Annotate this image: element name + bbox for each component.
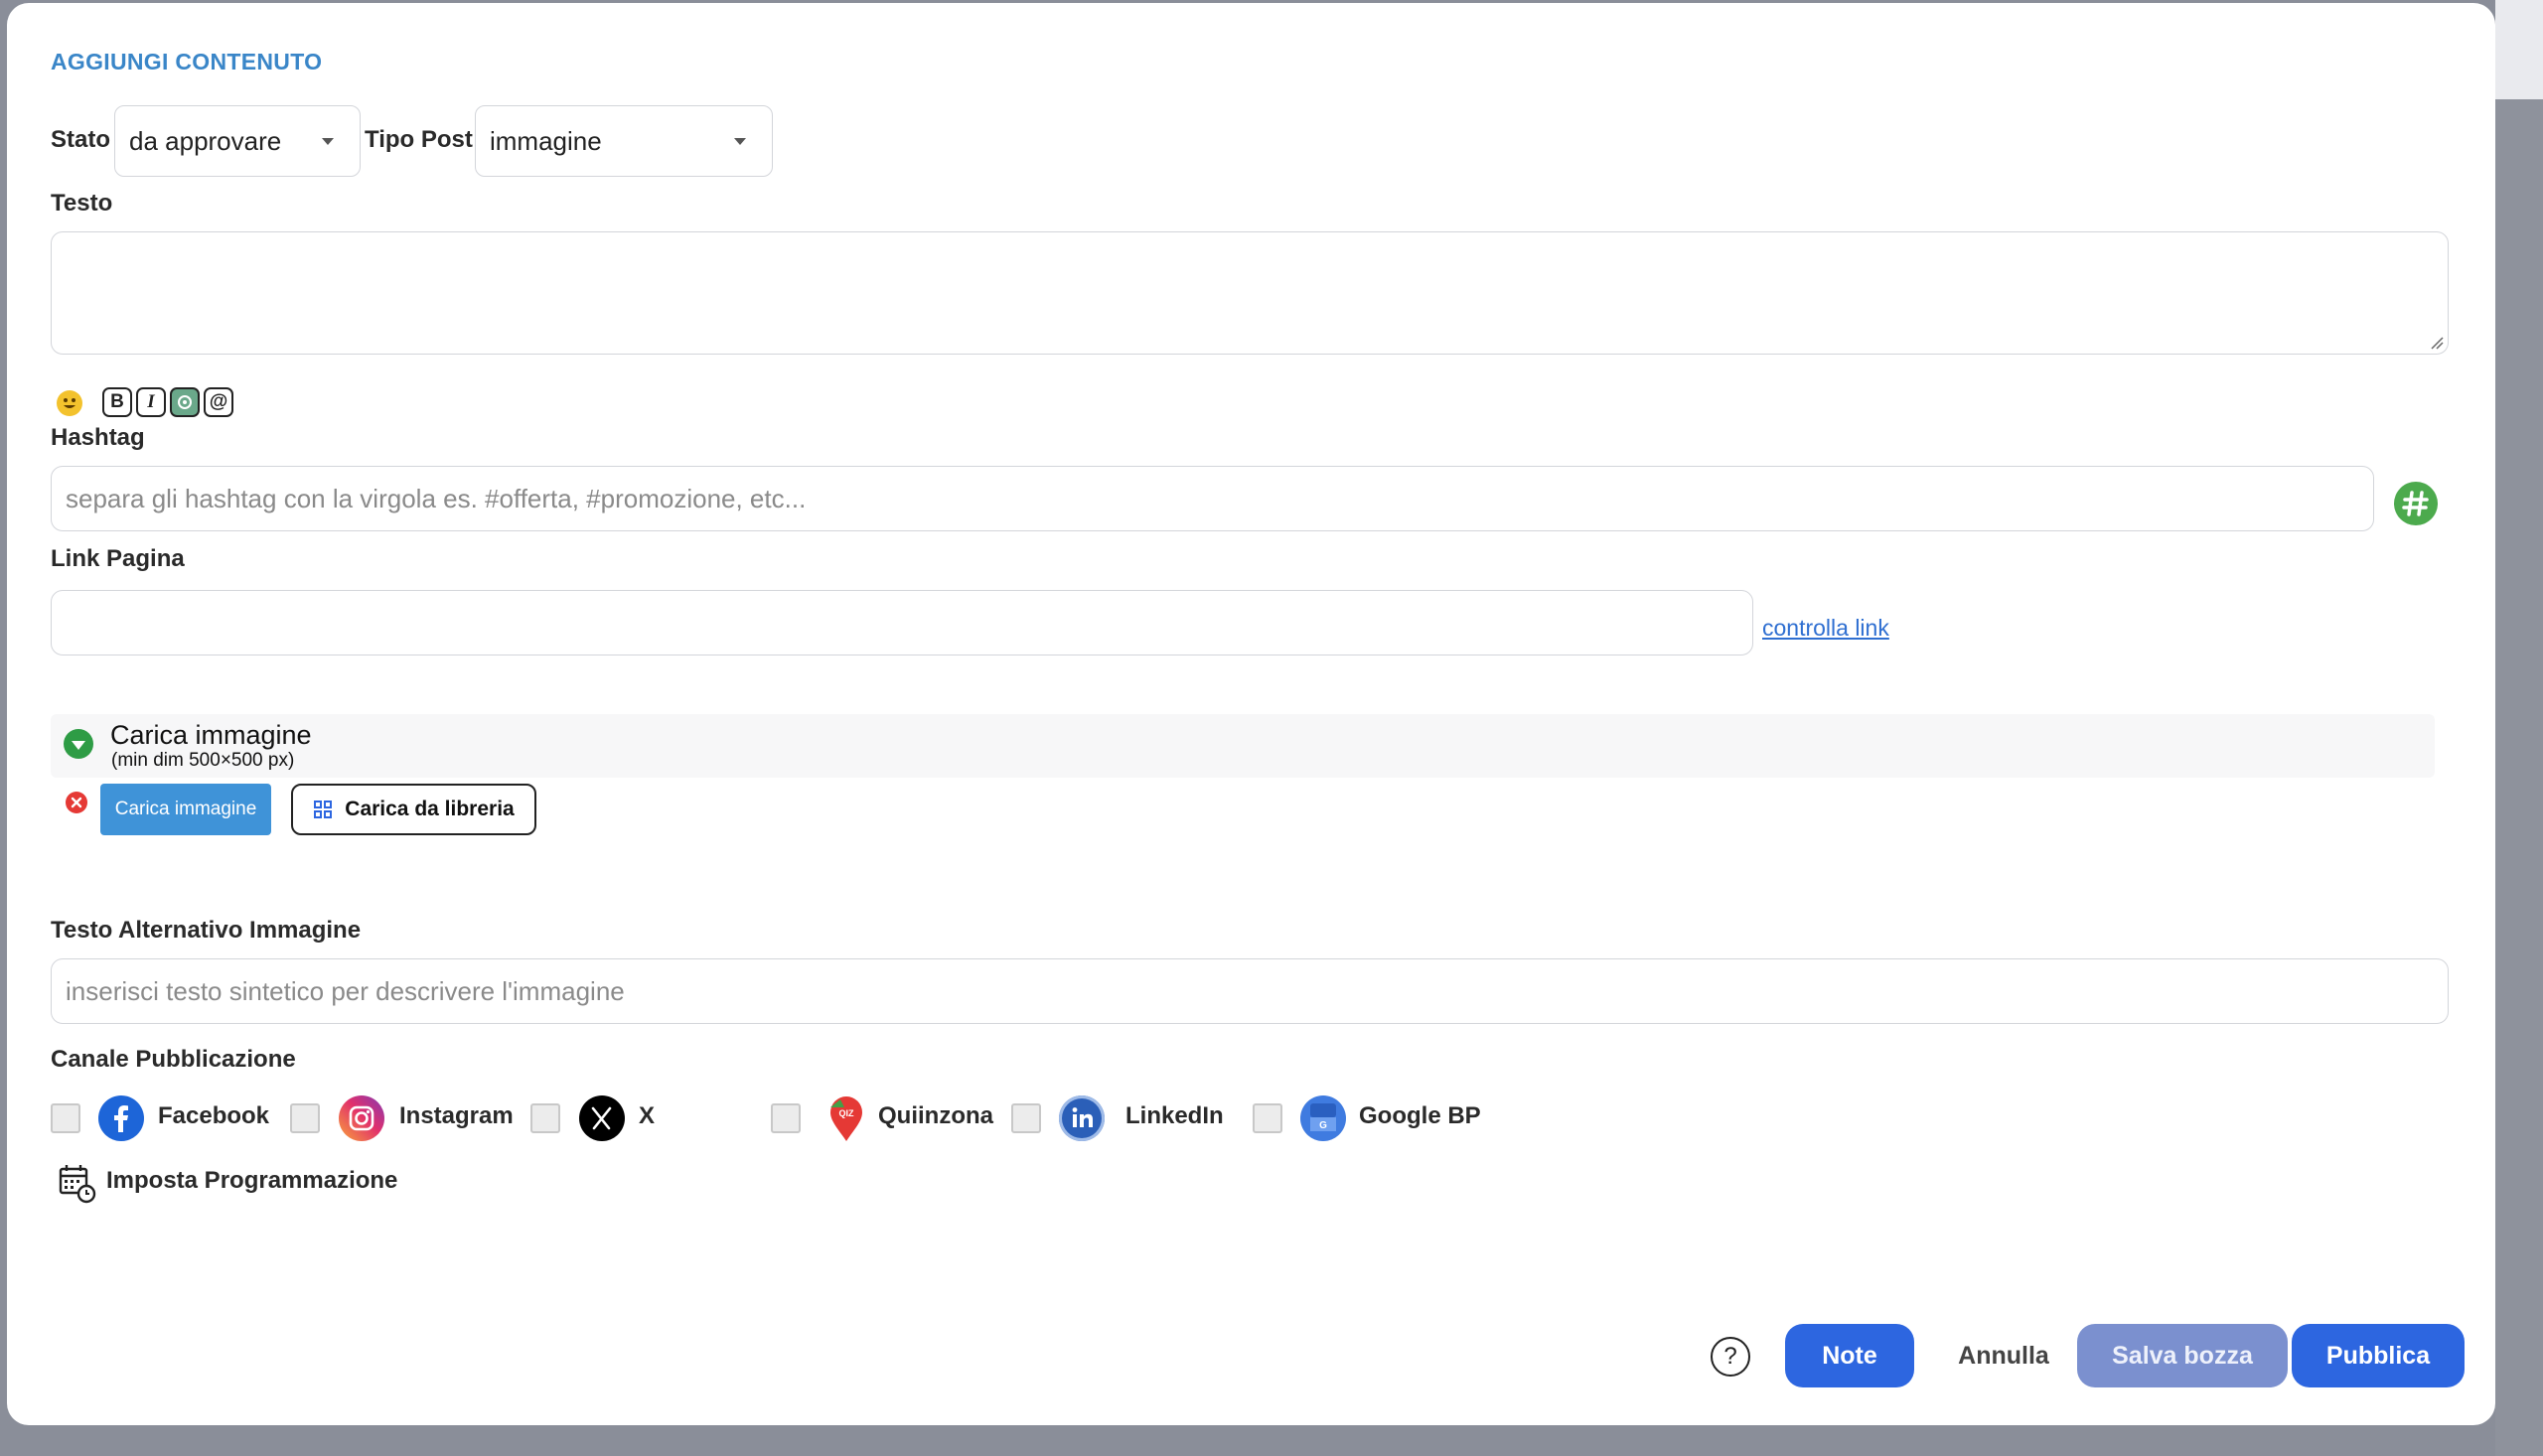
checkbox-facebook[interactable] (51, 1103, 80, 1133)
hashtag-input[interactable]: separa gli hashtag con la virgola es. #o… (51, 466, 2374, 531)
save-draft-button[interactable]: Salva bozza (2077, 1324, 2288, 1387)
load-from-library-label: Carica da libreria (345, 798, 515, 820)
upload-title: Carica immagine (110, 720, 312, 750)
grid-icon (314, 801, 333, 818)
check-link[interactable]: controlla link (1762, 615, 1889, 642)
emoji-icon[interactable] (57, 390, 82, 416)
quiinzona-icon: QIZ (826, 1095, 866, 1143)
linkedin-icon (1059, 1095, 1105, 1141)
mention-button[interactable]: @ (204, 387, 233, 417)
help-button[interactable]: ? (1711, 1337, 1750, 1377)
chevron-down-icon (322, 138, 334, 145)
channel-label-google-bp: Google BP (1359, 1102, 1481, 1129)
svg-text:G: G (1319, 1120, 1327, 1131)
resize-grip-icon[interactable] (2430, 336, 2444, 350)
hashtag-label: Hashtag (51, 424, 145, 451)
upload-image-button[interactable]: Carica immagine (100, 784, 271, 835)
svg-text:QIZ: QIZ (839, 1108, 855, 1118)
tipo-post-label: Tipo Post (365, 126, 473, 153)
channel-label-quiinzona: Quiinzona (878, 1102, 993, 1129)
bold-button[interactable]: B (102, 387, 132, 417)
alt-text-label: Testo Alternativo Immagine (51, 917, 362, 944)
facebook-icon (98, 1095, 144, 1141)
schedule-label[interactable]: Imposta Programmazione (106, 1167, 397, 1195)
upload-panel (51, 714, 2435, 778)
add-content-modal: AGGIUNGI CONTENUTO Stato da approvare Ti… (7, 3, 2495, 1425)
remove-image-icon[interactable] (65, 791, 88, 814)
checkbox-x[interactable] (530, 1103, 560, 1133)
modal-backdrop (2495, 0, 2543, 1456)
channel-label-instagram: Instagram (399, 1102, 514, 1129)
italic-button[interactable]: I (136, 387, 166, 417)
ai-assistant-icon[interactable] (170, 387, 200, 417)
channel-label-linkedin: LinkedIn (1125, 1102, 1224, 1129)
publish-button[interactable]: Pubblica (2292, 1324, 2465, 1387)
hashtag-icon (2402, 491, 2429, 516)
chevron-down-icon (734, 138, 746, 145)
cancel-button[interactable]: Annulla (1944, 1324, 2063, 1387)
hashtag-generate-button[interactable] (2394, 482, 2438, 525)
alt-text-input[interactable]: inserisci testo sintetico per descrivere… (51, 958, 2449, 1024)
upload-subtitle: (min dim 500×500 px) (111, 750, 295, 771)
channel-label-facebook: Facebook (158, 1102, 270, 1129)
checkbox-instagram[interactable] (290, 1103, 320, 1133)
link-pagina-input[interactable] (51, 590, 1753, 655)
stato-value: da approvare (129, 125, 282, 156)
calendar-clock-icon[interactable] (55, 1161, 98, 1205)
tipo-post-select[interactable]: immagine (475, 105, 773, 177)
stato-select[interactable]: da approvare (114, 105, 361, 177)
testo-textarea[interactable] (51, 231, 2449, 355)
tipo-post-value: immagine (490, 125, 602, 156)
load-from-library-button[interactable]: Carica da libreria (291, 784, 536, 835)
google-bp-icon: G (1300, 1095, 1346, 1141)
channel-label-x: X (639, 1102, 656, 1129)
checkbox-google-bp[interactable] (1253, 1103, 1282, 1133)
backdrop-page-strip (2495, 0, 2543, 99)
link-pagina-label: Link Pagina (51, 545, 185, 572)
instagram-icon (339, 1095, 384, 1141)
modal-title: AGGIUNGI CONTENUTO (51, 49, 323, 74)
collapse-toggle-icon[interactable] (63, 728, 94, 760)
x-icon (579, 1095, 625, 1141)
testo-label: Testo (51, 190, 113, 217)
channels-label: Canale Pubblicazione (51, 1046, 296, 1073)
checkbox-quiinzona[interactable] (771, 1103, 801, 1133)
stato-label: Stato (51, 126, 110, 153)
checkbox-linkedin[interactable] (1011, 1103, 1041, 1133)
note-button[interactable]: Note (1785, 1324, 1914, 1387)
